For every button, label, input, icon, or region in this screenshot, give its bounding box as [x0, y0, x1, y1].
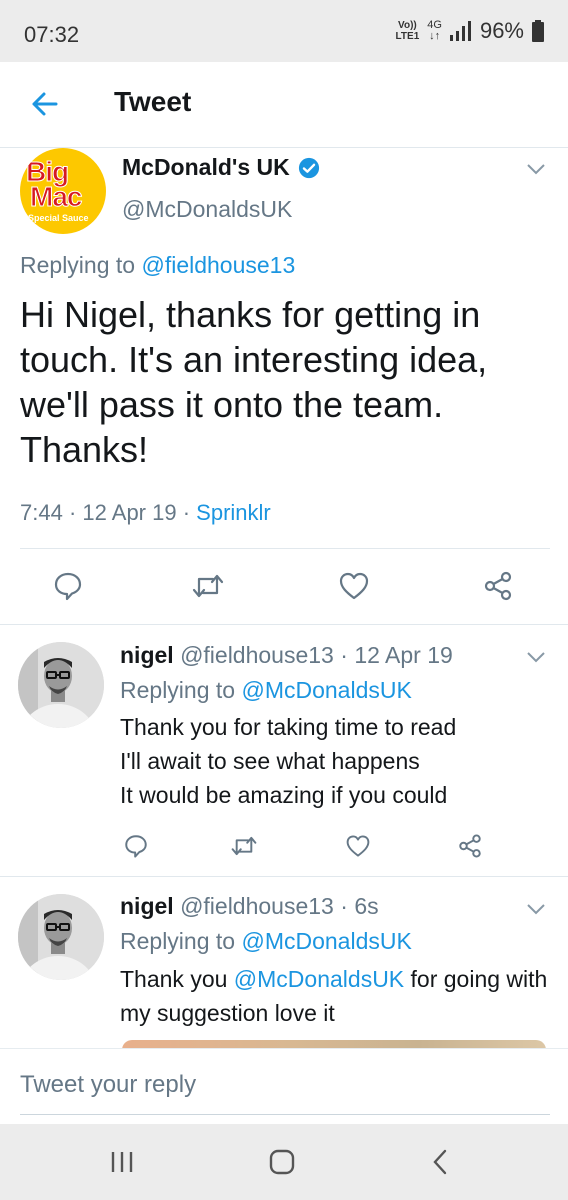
replying-to-line: Replying to @McDonaldsUK: [120, 677, 412, 704]
replying-to-mention[interactable]: @McDonaldsUK: [241, 677, 411, 703]
reply-text: Thank you for taking time to read I'll a…: [120, 710, 550, 812]
tweet-time: 7:44: [20, 500, 63, 525]
reply-text-line: Thank you for taking time to read: [120, 714, 457, 740]
share-icon: [459, 834, 481, 858]
replying-to-mention[interactable]: @fieldhouse13: [141, 252, 295, 278]
avatar-logo-line2: Mac: [29, 181, 82, 213]
page-title: Tweet: [114, 86, 192, 117]
divider: [0, 876, 568, 877]
home-icon: [269, 1149, 295, 1175]
battery-icon: [532, 20, 544, 42]
reply-button[interactable]: [48, 566, 88, 606]
tweet-date: 12 Apr 19: [82, 500, 177, 525]
retweet-button[interactable]: [188, 566, 228, 606]
battery-percent: 96%: [479, 18, 524, 43]
tweet-text: Hi Nigel, thanks for getting in touch. I…: [20, 294, 488, 470]
share-icon: [484, 571, 512, 601]
reply-author-name[interactable]: nigel: [120, 642, 174, 668]
reply-header: nigel @fieldhouse13 · 6s: [120, 893, 379, 920]
recent-apps-icon: [111, 1152, 133, 1172]
app-bar: Tweet: [0, 62, 568, 148]
tweet-meta: 7:44 · 12 Apr 19 · Sprinklr: [20, 500, 271, 526]
avatar-logo-line3: Special Sauce: [28, 213, 89, 223]
reply-time: 12 Apr 19: [354, 642, 453, 668]
reply-input[interactable]: Tweet your reply: [20, 1071, 550, 1115]
heart-icon: [346, 835, 370, 857]
network-type: 4G ↓↑: [427, 19, 442, 42]
verified-badge-icon: [298, 157, 319, 178]
author-name[interactable]: McDonald's UK: [122, 154, 320, 181]
nigel-avatar[interactable]: [18, 642, 104, 728]
replying-to-label: Replying to: [120, 677, 236, 703]
volte-icon: Vo)) LTE1: [395, 20, 420, 42]
like-button[interactable]: [338, 826, 378, 866]
status-bar: 07:32 Vo)) LTE1 4G ↓↑ 96%: [0, 0, 568, 62]
like-button[interactable]: [334, 566, 374, 606]
author-handle[interactable]: @McDonaldsUK: [122, 196, 292, 223]
chevron-down-icon[interactable]: [526, 162, 546, 176]
replying-to-line: Replying to @McDonaldsUK: [120, 928, 412, 955]
share-button[interactable]: [478, 566, 518, 606]
signal-icon: [449, 21, 471, 41]
chevron-down-icon[interactable]: [526, 650, 546, 664]
profile-photo: [18, 642, 104, 728]
system-nav-bar: [0, 1124, 568, 1200]
tweet-source[interactable]: Sprinklr: [196, 500, 271, 525]
heart-icon: [339, 572, 369, 600]
back-button[interactable]: [22, 86, 66, 122]
replying-to-label: Replying to: [120, 928, 236, 954]
retweet-icon: [231, 836, 257, 856]
meta-separator: ·: [340, 893, 348, 919]
reply-author-handle[interactable]: @fieldhouse13: [180, 893, 334, 919]
replying-to-label: Replying to: [20, 252, 136, 278]
profile-photo: [18, 894, 104, 980]
status-icons: Vo)) LTE1 4G ↓↑ 96%: [396, 18, 544, 44]
reply-time: 6s: [354, 893, 379, 919]
reply-text: Thank you @McDonaldsUK for going with my…: [120, 962, 550, 1030]
reply-text-part: Thank you: [120, 966, 228, 992]
meta-separator: ·: [340, 642, 348, 668]
author-name-text: McDonald's UK: [122, 154, 290, 180]
home-button[interactable]: [262, 1144, 302, 1180]
back-nav-button[interactable]: [420, 1144, 460, 1180]
chevron-left-icon: [433, 1149, 447, 1175]
replying-to-mention[interactable]: @McDonaldsUK: [241, 928, 411, 954]
retweet-button[interactable]: [224, 826, 264, 866]
meta-separator: ·: [182, 500, 191, 525]
reply-actions: [0, 826, 568, 866]
recent-apps-button[interactable]: [102, 1144, 142, 1180]
reply-author-name[interactable]: nigel: [120, 893, 174, 919]
chevron-down-icon[interactable]: [526, 902, 546, 916]
reply-button[interactable]: [116, 826, 156, 866]
tweet-actions: [0, 566, 568, 606]
comment-icon: [54, 572, 82, 601]
retweet-icon: [192, 574, 224, 598]
status-time: 07:32: [24, 22, 80, 47]
meta-separator: ·: [68, 500, 77, 525]
reply-composer: Tweet your reply: [0, 1048, 568, 1124]
replying-to-line: Replying to @fieldhouse13: [20, 252, 295, 279]
share-button[interactable]: [450, 826, 490, 866]
comment-icon: [125, 835, 147, 858]
arrow-left-icon: [32, 92, 58, 116]
divider: [20, 548, 550, 549]
reply-author-handle[interactable]: @fieldhouse13: [180, 642, 334, 668]
nigel-avatar[interactable]: [18, 894, 104, 980]
reply-mention[interactable]: @McDonaldsUK: [234, 966, 404, 992]
reply-header: nigel @fieldhouse13 · 12 Apr 19: [120, 642, 453, 669]
mcdonalds-avatar[interactable]: Big Mac Special Sauce: [20, 148, 106, 234]
reply-text-line: It would be amazing if you could: [120, 782, 448, 808]
divider: [0, 624, 568, 625]
reply-text-line: I'll await to see what happens: [120, 748, 420, 774]
